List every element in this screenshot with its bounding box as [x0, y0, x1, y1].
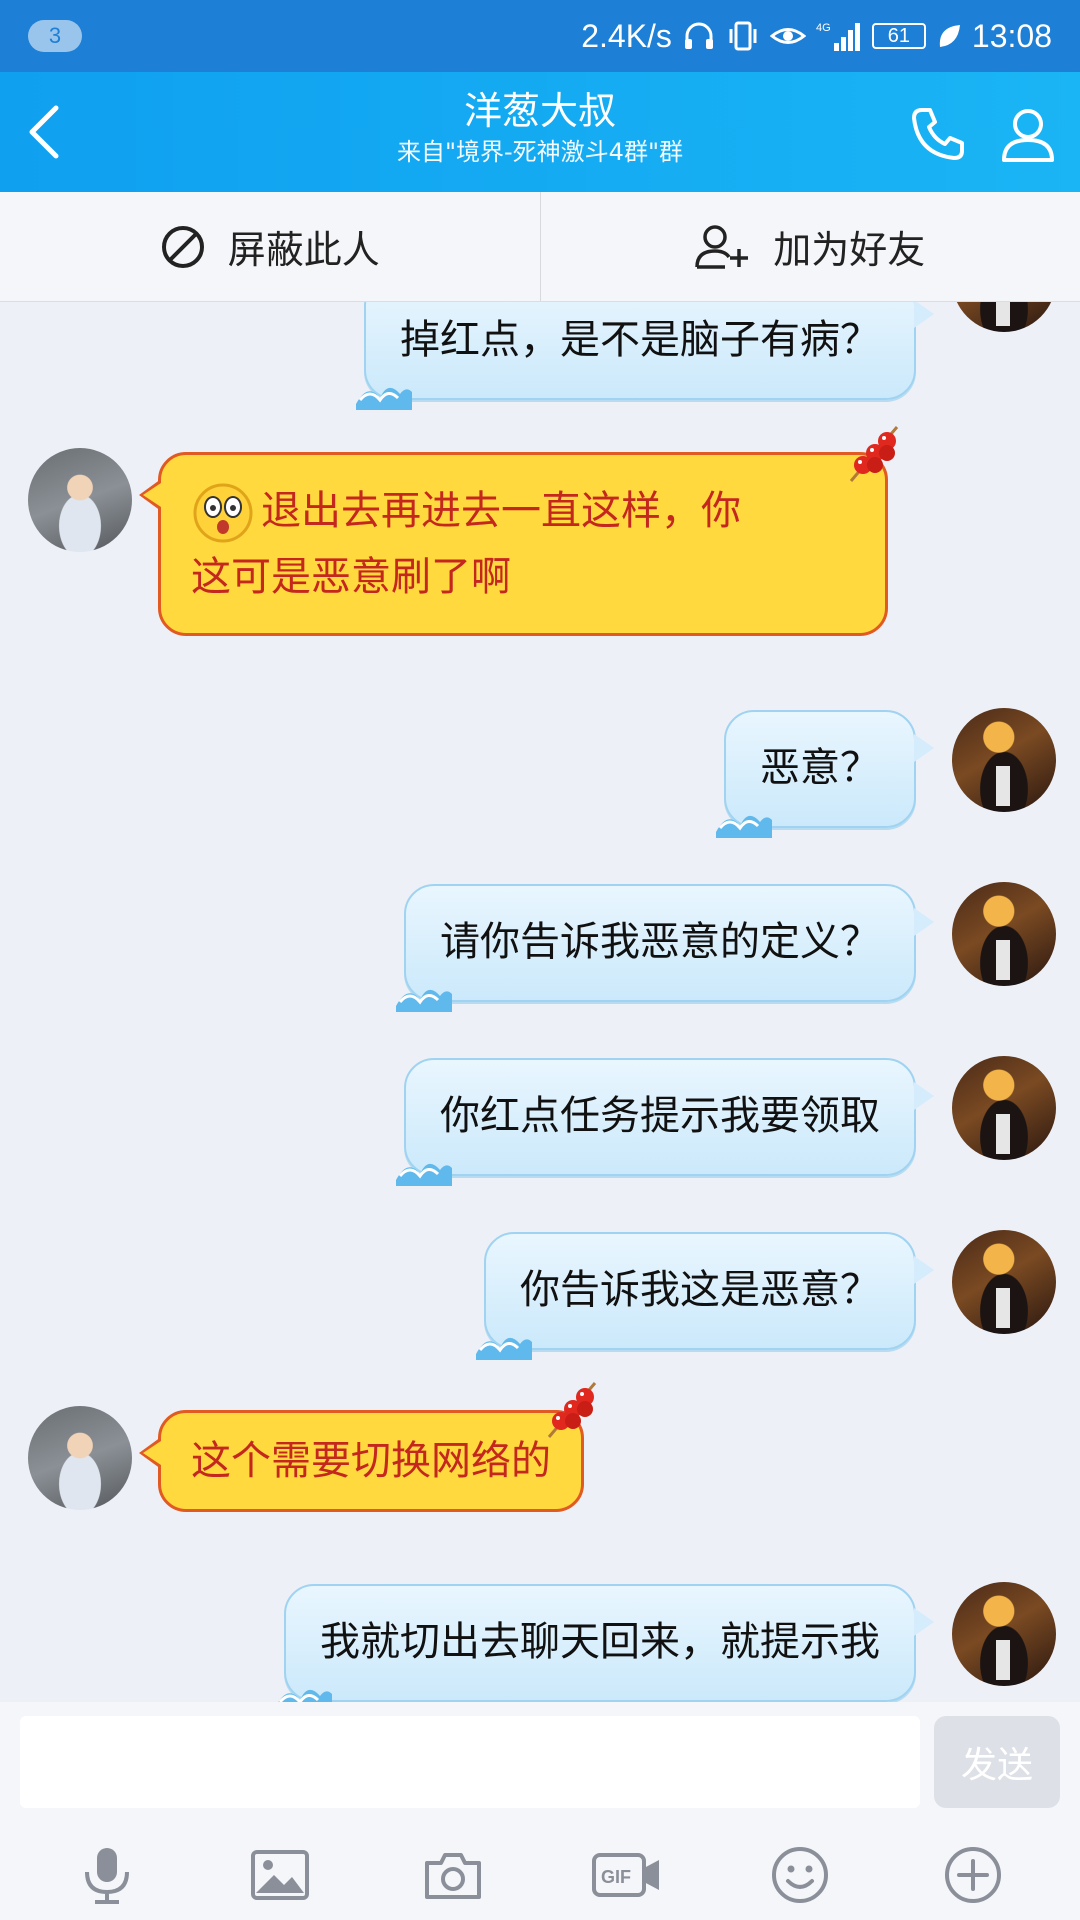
my-avatar[interactable] — [952, 882, 1056, 986]
bubble-tail — [139, 479, 161, 511]
image-icon[interactable] — [235, 1830, 325, 1920]
bubble-tail — [914, 734, 934, 762]
message-bubble-received[interactable]: 退出去再进去一直这样，你 这可是恶意刷了啊 — [139, 426, 899, 636]
clock: 13:08 — [971, 17, 1052, 54]
candied-haws-icon — [849, 426, 899, 482]
add-friend-button[interactable]: 加为好友 — [539, 192, 1080, 301]
input-toolbar: GIF — [0, 1830, 1080, 1920]
wave-decoration-icon — [356, 387, 412, 410]
gif-icon[interactable]: GIF — [582, 1830, 672, 1920]
wave-decoration-icon — [476, 1337, 532, 1360]
bubble-tail — [914, 1256, 934, 1284]
title-bar: 洋葱大叔 来自"境界-死神激斗4群"群 — [0, 72, 1080, 192]
wave-decoration-icon — [396, 989, 452, 1012]
wave-decoration-icon — [716, 815, 772, 838]
network-speed: 2.4K/s — [581, 17, 672, 54]
bubble-tail — [139, 1437, 161, 1469]
emoji-icon[interactable] — [755, 1830, 845, 1920]
message-text: 退出去再进去一直这样，你 — [261, 488, 741, 534]
user-icon — [1002, 109, 1054, 162]
bubble-tail — [914, 1082, 934, 1110]
message-bubble-sent[interactable]: 请你告诉我恶意的定义？ — [396, 884, 934, 1012]
my-avatar[interactable] — [952, 302, 1056, 332]
status-bar: 3 2.4K/s 4G 61 13:08 — [0, 0, 1080, 72]
block-user-button[interactable]: 屏蔽此人 — [0, 192, 540, 301]
leaf-icon — [936, 21, 962, 51]
bubble-tail — [914, 1608, 934, 1636]
shocked-face-emoji-icon — [193, 483, 253, 543]
plus-icon[interactable] — [928, 1830, 1018, 1920]
message-bubble-sent[interactable]: 掉红点，是不是脑子有病？ — [356, 302, 934, 410]
block-icon — [161, 225, 204, 268]
message-bubble-sent[interactable]: 你红点任务提示我要领取 — [396, 1058, 934, 1186]
profile-button[interactable] — [996, 102, 1060, 166]
message-bubble-sent[interactable]: 恶意？ — [716, 710, 934, 838]
message-bubble-received[interactable]: 这个需要切换网络的 — [139, 1382, 597, 1512]
wave-decoration-icon — [396, 1163, 452, 1186]
camera-icon[interactable] — [408, 1830, 498, 1920]
message-bubble-sent[interactable]: 你告诉我这是恶意？ — [476, 1232, 934, 1360]
signal-4g-icon: 4G — [816, 19, 862, 53]
my-avatar[interactable] — [952, 1582, 1056, 1686]
call-button[interactable] — [906, 102, 970, 166]
block-user-label: 屏蔽此人 — [227, 228, 380, 272]
chevron-left-icon — [29, 105, 59, 159]
status-bar-right: 2.4K/s 4G 61 13:08 — [581, 14, 1052, 58]
network-label: 4G — [816, 22, 831, 34]
candied-haws-icon — [547, 1382, 597, 1438]
send-button[interactable]: 发送 — [934, 1716, 1060, 1808]
add-friend-label: 加为好友 — [773, 228, 926, 272]
contact-avatar[interactable] — [28, 448, 132, 552]
page-subtitle: 来自"境界-死神激斗4群"群 — [396, 138, 683, 166]
chat-message-list[interactable]: 掉红点，是不是脑子有病？ 退出去再进去一直这样，你 这可是恶意刷了啊 恶意？ 请… — [0, 302, 1080, 1702]
message-line: 退出去再进去一直这样，你 — [191, 479, 855, 545]
headphones-icon — [682, 19, 716, 53]
message-text-line2: 这可是恶意刷了啊 — [191, 554, 511, 600]
add-user-icon — [695, 224, 749, 269]
message-text: 这个需要切换网络的 — [191, 1438, 551, 1484]
message-bubble-sent[interactable]: 我就切出去聊天回来，就提示我 — [278, 1584, 934, 1702]
bubble-tail — [914, 908, 934, 936]
action-bar: 屏蔽此人 加为好友 — [0, 192, 1080, 302]
wave-decoration-icon — [278, 1690, 332, 1702]
contact-avatar[interactable] — [28, 1406, 132, 1510]
message-text: 掉红点，是不是脑子有病？ — [400, 317, 880, 363]
input-bar: 发送 GIF — [0, 1702, 1080, 1920]
bubble-tail — [914, 302, 934, 328]
notification-count-badge: 3 — [28, 20, 82, 52]
my-avatar[interactable] — [952, 708, 1056, 812]
message-text: 请你告诉我恶意的定义？ — [440, 919, 880, 965]
my-avatar[interactable] — [952, 1056, 1056, 1160]
title-block: 洋葱大叔 来自"境界-死神激斗4群"群 — [200, 86, 880, 168]
battery-indicator: 61 — [871, 23, 926, 49]
message-text: 你红点任务提示我要领取 — [440, 1093, 880, 1139]
back-button[interactable] — [14, 100, 74, 164]
my-avatar[interactable] — [952, 1230, 1056, 1334]
phone-icon — [912, 108, 964, 160]
eye-comfort-icon — [769, 19, 806, 53]
message-input[interactable] — [20, 1716, 920, 1808]
vibrate-icon — [726, 19, 760, 53]
message-text: 我就切出去聊天回来，就提示我 — [320, 1619, 880, 1665]
message-text: 恶意？ — [760, 745, 880, 791]
page-title: 洋葱大叔 — [463, 89, 616, 133]
microphone-icon[interactable] — [62, 1830, 152, 1920]
message-text: 你告诉我这是恶意？ — [520, 1267, 880, 1313]
gif-label: GIF — [601, 1867, 631, 1887]
